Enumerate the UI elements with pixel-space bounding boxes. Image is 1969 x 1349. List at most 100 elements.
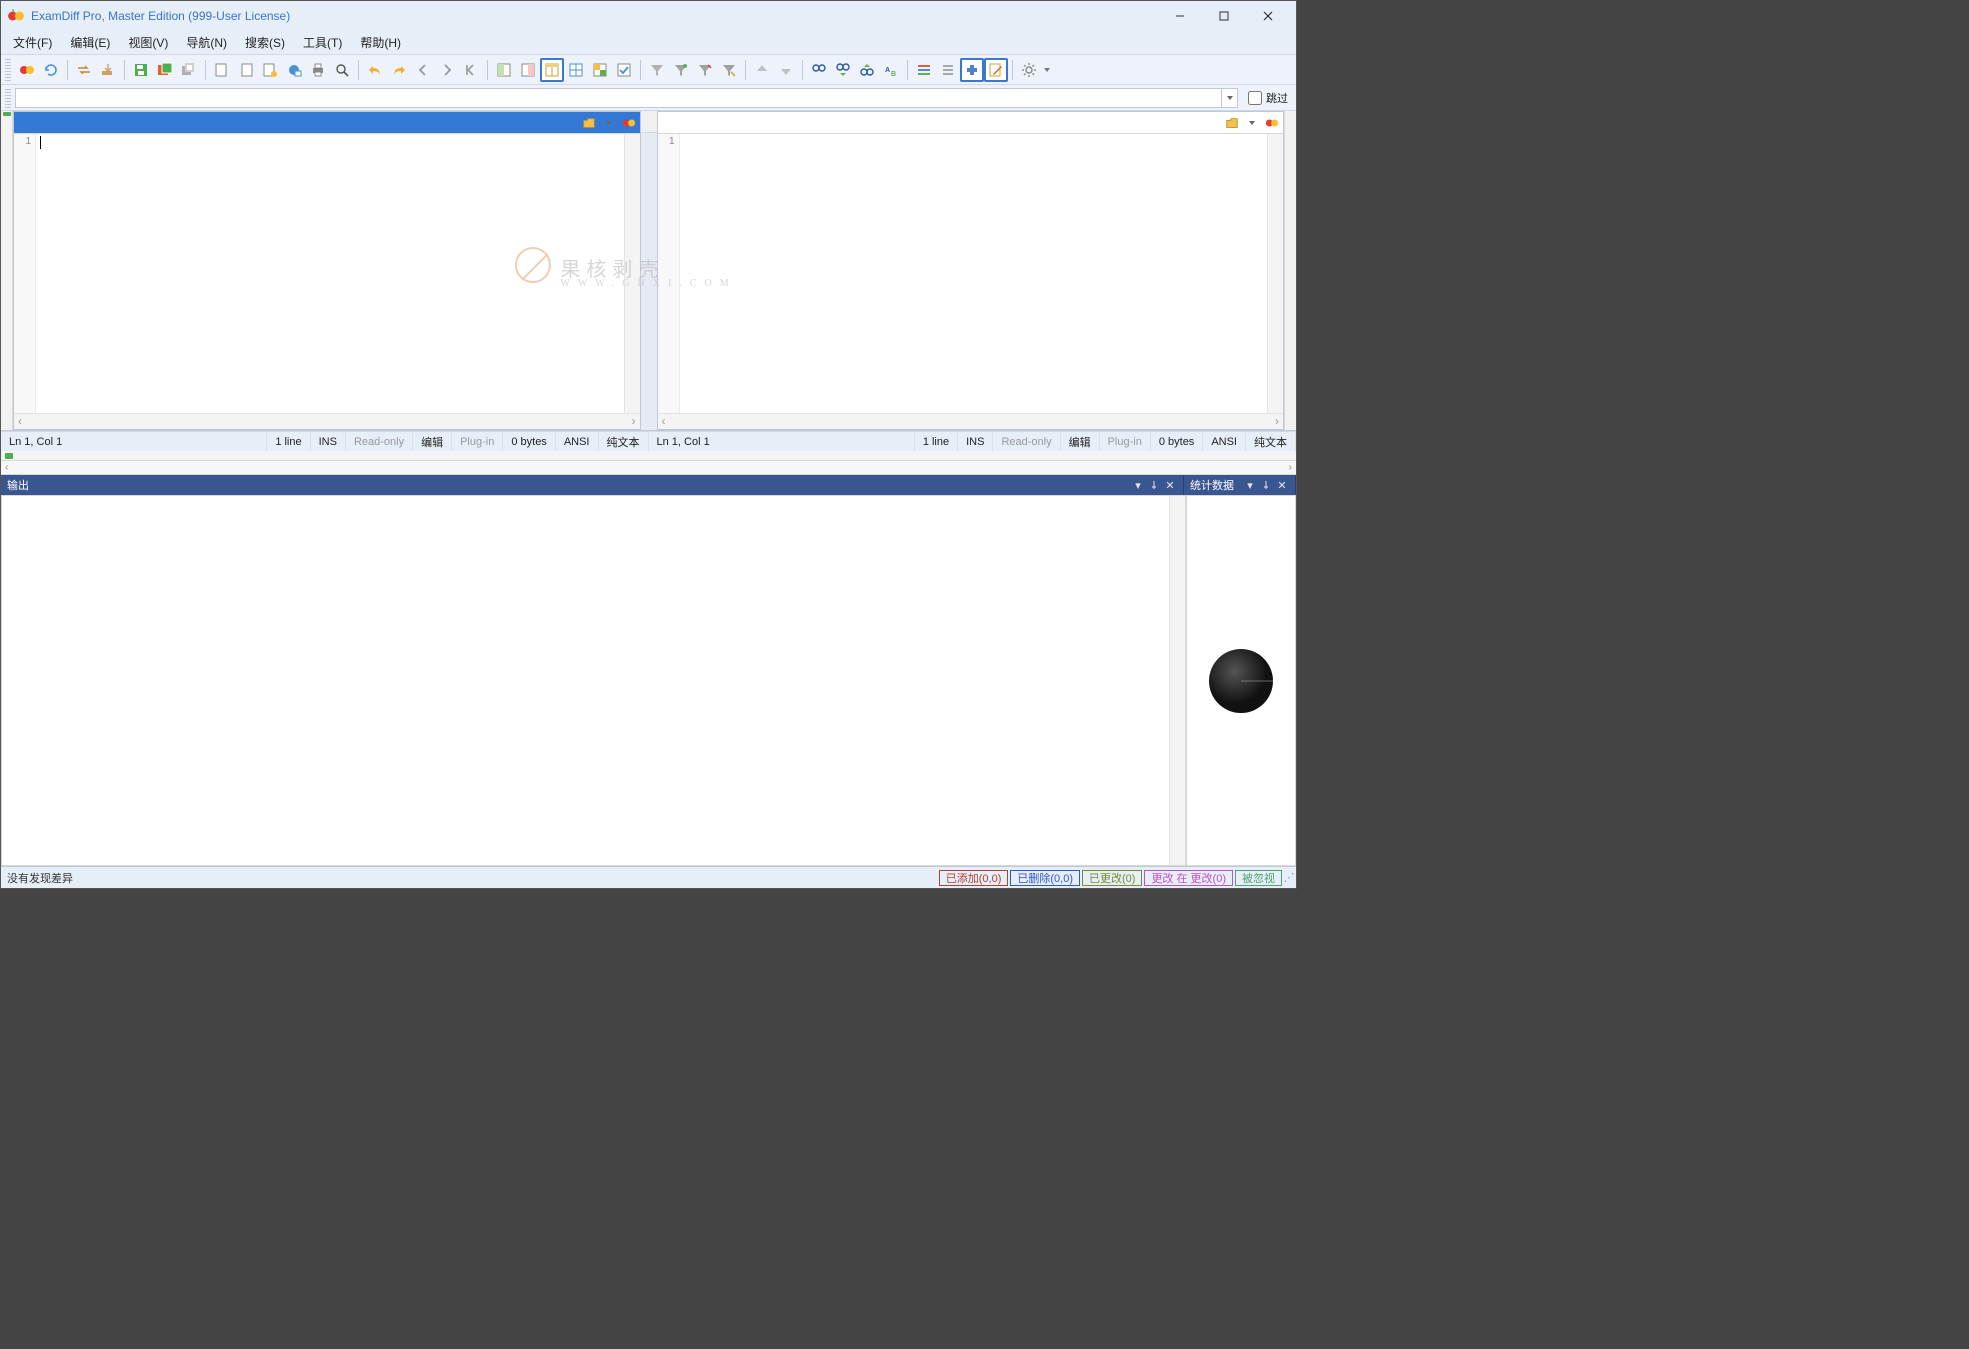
prev-diff-icon[interactable] [459,58,483,82]
status-ignored[interactable]: 被忽视 [1235,870,1282,886]
swap-icon[interactable] [72,58,96,82]
menu-tools[interactable]: 工具(T) [295,32,350,53]
left-open-folder-icon[interactable] [580,114,598,132]
status-message: 没有发现差异 [1,870,937,886]
right-vertical-scrollbar[interactable] [1267,134,1283,413]
close-button[interactable] [1246,2,1290,30]
right-status-enc: ANSI [1203,432,1246,451]
align-icon[interactable] [936,58,960,82]
overview-scrollbar[interactable]: ‹› [1,461,1296,475]
filter3-icon[interactable] [693,58,717,82]
world-icon[interactable] [282,58,306,82]
stats-pin-icon[interactable] [1259,478,1273,492]
left-status-edit[interactable]: 编辑 [413,432,452,451]
output-panel-header[interactable]: 输出 ▾ ✕ [1,475,1184,495]
view-split-icon[interactable] [540,58,564,82]
left-path-input[interactable] [14,114,578,132]
output-pin-icon[interactable] [1147,478,1161,492]
settings-dropdown-icon[interactable] [1041,58,1053,82]
filter2-icon[interactable] [669,58,693,82]
left-status-type: 纯文本 [599,432,649,451]
view-left-icon[interactable] [492,58,516,82]
down-icon[interactable] [774,58,798,82]
right-status-readonly: Read-only [993,432,1060,451]
right-path-input[interactable] [658,114,1222,132]
goto-input[interactable] [15,88,1222,108]
plugin-icon[interactable] [960,58,984,82]
right-status-edit[interactable]: 编辑 [1061,432,1100,451]
filter4-icon[interactable] [717,58,741,82]
menu-search[interactable]: 搜索(S) [237,32,293,53]
left-text-area[interactable] [36,134,624,413]
edit-tool-icon[interactable] [984,58,1008,82]
left-vertical-scrollbar[interactable] [624,134,640,413]
save-icon[interactable] [129,58,153,82]
stats-menu-icon[interactable]: ▾ [1243,478,1257,492]
undo-icon[interactable] [363,58,387,82]
view-colors-icon[interactable] [588,58,612,82]
menu-file[interactable]: 文件(F) [5,32,60,53]
output-text-area[interactable] [2,496,1169,865]
pane-splitter[interactable] [641,111,657,430]
prev-icon[interactable] [411,58,435,82]
save-both-icon[interactable] [153,58,177,82]
checkbox-option-icon[interactable] [612,58,636,82]
right-status-plugin: Plug-in [1100,432,1151,451]
edit-left-icon[interactable] [210,58,234,82]
redo-icon[interactable] [387,58,411,82]
menu-navigate[interactable]: 导航(N) [178,32,235,53]
right-horizontal-scrollbar[interactable]: ‹› [658,413,1284,429]
overview-bar[interactable] [1,451,1296,461]
print-icon[interactable] [306,58,330,82]
left-open-dropdown-icon[interactable] [600,114,618,132]
toolbar-grip-icon [5,59,11,81]
left-compare-icon[interactable] [620,114,638,132]
status-changed[interactable]: 已更改(0) [1082,870,1142,886]
maximize-button[interactable] [1202,2,1246,30]
replace-icon[interactable]: AB [879,58,903,82]
right-text-area[interactable] [680,134,1268,413]
view-right-icon[interactable] [516,58,540,82]
filter1-icon[interactable] [645,58,669,82]
output-menu-icon[interactable]: ▾ [1131,478,1145,492]
export-icon[interactable] [96,58,120,82]
find-prev-icon[interactable] [855,58,879,82]
menu-view[interactable]: 视图(V) [120,32,176,53]
right-open-folder-icon[interactable] [1223,114,1241,132]
skip-checkbox[interactable] [1248,91,1262,105]
zoom-icon[interactable] [330,58,354,82]
status-deleted[interactable]: 已删除(0,0) [1010,870,1080,886]
secondbar-grip-icon [5,88,11,108]
compare-icon[interactable] [15,58,39,82]
menu-edit[interactable]: 编辑(E) [62,32,118,53]
resize-grip-icon[interactable]: ⋰ [1282,871,1296,884]
left-horizontal-scrollbar[interactable]: ‹› [14,413,640,429]
view-grid-icon[interactable] [564,58,588,82]
minimize-button[interactable] [1158,2,1202,30]
output-panel [1,495,1186,866]
goto-dropdown-icon[interactable] [1222,88,1238,108]
status-in-change[interactable]: 更改 在 更改(0) [1144,870,1233,886]
find-next-icon[interactable] [831,58,855,82]
find-icon[interactable] [807,58,831,82]
up-icon[interactable] [750,58,774,82]
right-compare-icon[interactable] [1263,114,1281,132]
output-vertical-scrollbar[interactable] [1169,496,1185,865]
stats-panel-header[interactable]: 统计数据 ▾ ✕ [1184,475,1296,495]
right-diff-map[interactable] [1284,111,1296,430]
svg-text:B: B [891,71,896,78]
save-all-icon[interactable] [177,58,201,82]
output-close-icon[interactable]: ✕ [1163,478,1177,492]
right-open-dropdown-icon[interactable] [1243,114,1261,132]
stats-close-icon[interactable]: ✕ [1275,478,1289,492]
status-added[interactable]: 已添加(0,0) [939,870,1009,886]
refresh-icon[interactable] [39,58,63,82]
menu-help[interactable]: 帮助(H) [352,32,409,53]
edit-right-icon[interactable] [234,58,258,82]
settings-icon[interactable] [1017,58,1041,82]
next-icon[interactable] [435,58,459,82]
stats-pie-icon [1201,641,1281,721]
diff-list-icon[interactable] [912,58,936,82]
highlight-icon[interactable] [258,58,282,82]
left-diff-map[interactable] [1,111,13,430]
